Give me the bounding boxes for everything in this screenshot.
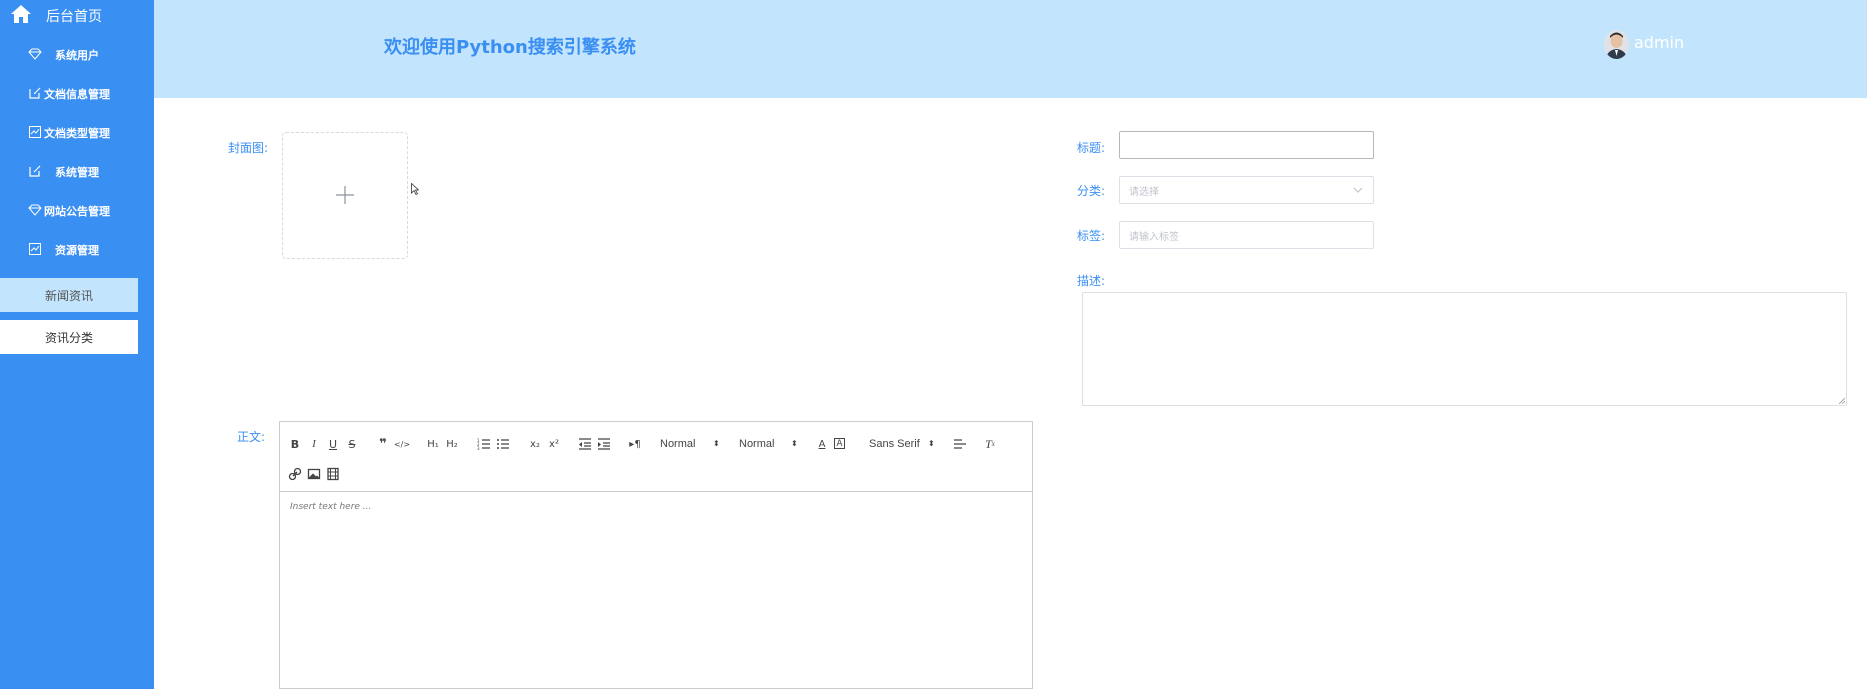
svg-text:3: 3 [477, 446, 480, 451]
mouse-cursor-icon [411, 183, 419, 195]
menu-item-system-users[interactable]: 系统用户 [0, 37, 154, 73]
menu-item-label: 资源管理 [55, 244, 99, 257]
description-label: 描述: [1077, 274, 1106, 288]
bold-button[interactable]: B [288, 437, 302, 451]
size-picker[interactable]: Normal [660, 438, 695, 450]
plus-icon [336, 186, 354, 204]
menu-item-label: 系统管理 [55, 166, 99, 179]
image-icon[interactable] [307, 467, 321, 481]
superscript-button[interactable]: x² [547, 437, 561, 451]
font-picker-arrow-icon: ⬍ [928, 439, 935, 448]
editor-toolbar: B I U S ❞ </> H₁ H₂ 123 x₂ x² ▸¶ Normal … [280, 422, 1032, 492]
category-placeholder: 请选择 [1129, 186, 1159, 198]
menu-item-notice[interactable]: 网站公告管理 [0, 193, 154, 229]
menu-item-label: 文档信息管理 [44, 88, 110, 101]
size-picker-arrow-icon: ⬍ [713, 439, 720, 448]
header-picker-arrow-icon: ⬍ [791, 439, 798, 448]
link-icon[interactable] [288, 467, 302, 481]
indent-icon[interactable] [597, 437, 611, 451]
underline-button[interactable]: U [326, 437, 340, 451]
tags-placeholder: 请输入标签 [1129, 231, 1179, 243]
menu-item-resources[interactable]: 资源管理 [0, 232, 154, 268]
username[interactable]: admin [1634, 33, 1684, 52]
description-textarea[interactable] [1082, 292, 1847, 406]
rich-text-editor: B I U S ❞ </> H₁ H₂ 123 x₂ x² ▸¶ Normal … [279, 421, 1033, 689]
tags-input[interactable]: 请输入标签 [1119, 221, 1374, 249]
title-label: 标题: [1077, 141, 1106, 155]
text-direction-icon[interactable]: ▸¶ [628, 437, 642, 451]
subscript-button[interactable]: x₂ [528, 437, 542, 451]
align-left-icon[interactable] [953, 437, 967, 451]
header-1-button[interactable]: H₁ [426, 437, 440, 451]
header: 欢迎使用Python搜索引擎系统 admin [154, 0, 1867, 98]
menu-item-doc-type[interactable]: 文档类型管理 [0, 115, 154, 151]
sidebar: 后台首页 系统用户 文档信息管理 文档类型管理 系统管理 网站公告管理 资源管理… [0, 0, 154, 689]
avatar[interactable] [1604, 30, 1629, 59]
sub-item-news-category[interactable]: 资讯分类 [0, 320, 138, 354]
clean-format-icon[interactable]: Tx [983, 437, 997, 451]
home-icon [11, 5, 31, 23]
text-color-icon[interactable]: A [815, 437, 829, 451]
category-label: 分类: [1077, 184, 1106, 198]
strike-button[interactable]: S [345, 437, 359, 451]
sub-item-news[interactable]: 新闻资讯 [0, 278, 138, 312]
home-label: 后台首页 [46, 9, 102, 25]
ordered-list-icon[interactable]: 123 [477, 437, 491, 451]
outdent-icon[interactable] [578, 437, 592, 451]
menu-item-label: 网站公告管理 [44, 205, 110, 218]
background-color-icon[interactable]: A [834, 438, 845, 449]
header-picker[interactable]: Normal [739, 438, 774, 450]
menu-item-label: 系统用户 [55, 49, 99, 62]
chevron-down-icon [1353, 187, 1363, 193]
title-input[interactable] [1119, 131, 1374, 159]
menu-item-label: 文档类型管理 [44, 127, 110, 140]
blockquote-icon[interactable]: ❞ [376, 437, 390, 452]
cover-label: 封面图: [228, 141, 269, 155]
menu-item-doc-info[interactable]: 文档信息管理 [0, 76, 154, 112]
editor-placeholder[interactable]: Insert text here ... [290, 502, 371, 512]
content-label: 正文: [237, 430, 266, 444]
category-select[interactable]: 请选择 [1119, 176, 1374, 204]
page-title: 欢迎使用Python搜索引擎系统 [384, 37, 636, 58]
font-picker[interactable]: Sans Serif [869, 438, 920, 450]
home-link[interactable]: 后台首页 [0, 0, 154, 30]
header-2-button[interactable]: H₂ [445, 437, 459, 451]
resize-handle-icon[interactable] [1839, 398, 1845, 404]
bullet-list-icon[interactable] [496, 437, 510, 451]
cover-upload[interactable] [282, 132, 408, 259]
menu-item-system-manage[interactable]: 系统管理 [0, 154, 154, 190]
italic-button[interactable]: I [307, 437, 321, 451]
video-icon[interactable] [326, 467, 340, 481]
tags-label: 标签: [1077, 229, 1106, 243]
code-block-icon[interactable]: </> [394, 437, 410, 451]
